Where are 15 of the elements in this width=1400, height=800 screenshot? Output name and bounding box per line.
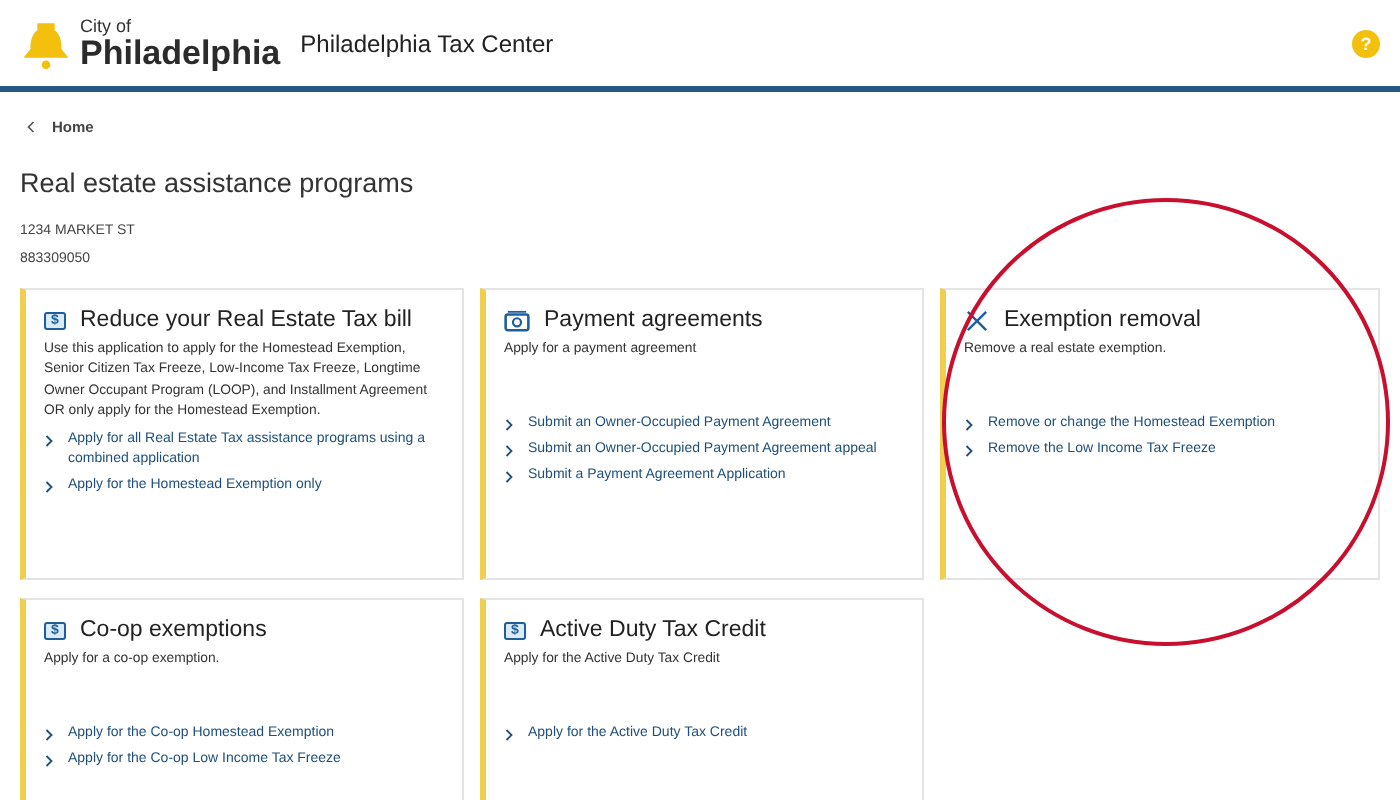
site-title: Philadelphia Tax Center [300, 29, 554, 57]
card-title: Active Duty Tax Credit [540, 618, 766, 642]
logo-small-text: City of [80, 17, 134, 35]
logo-text: Philadelphia [80, 35, 281, 69]
cash-icon [504, 309, 530, 331]
card-title: Reduce your Real Estate Tax bill [80, 308, 412, 332]
card-title: Co-op exemptions [80, 618, 267, 642]
card-title: Payment agreements [544, 308, 763, 332]
chevron-right-icon [44, 479, 54, 494]
page-title: Real estate assistance programs [20, 168, 416, 198]
card-title: Exemption removal [1004, 308, 1201, 332]
chevron-right-icon [44, 433, 54, 448]
chevron-right-icon [504, 728, 514, 742]
chevron-left-icon [26, 120, 36, 134]
close-icon [964, 309, 990, 331]
